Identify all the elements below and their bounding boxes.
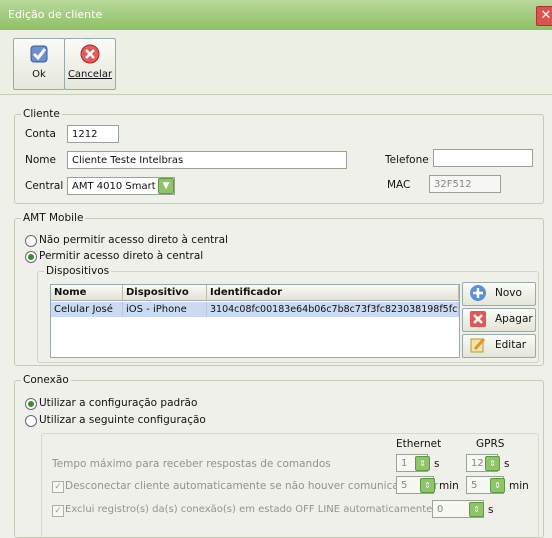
editar-label: Editar [495,339,527,351]
editar-button[interactable]: Editar [462,334,536,358]
central-select-value: AMT 4010 Smart [72,181,156,192]
cancel-icon [80,44,100,64]
devices-table[interactable]: Nome Dispositivo Identificador Celular J… [50,284,460,358]
exclude-label: Exclui registro(s) da(s) conexão(s) em e… [65,504,460,515]
apagar-button[interactable]: Apagar [462,308,536,332]
amt-mobile-group: AMT Mobile Não permitir acesso direto à … [14,212,544,366]
radio-allow-label: Permitir acesso direto à central [39,250,204,262]
telefone-field[interactable] [433,149,533,167]
disconnect-checkbox[interactable]: ✓ [52,481,64,493]
delete-icon [470,311,486,327]
central-label: Central [25,180,64,192]
window-title: Edição de cliente [8,8,103,21]
table-row-dispositivo[interactable]: iOS - iPhone [123,302,207,317]
conta-field[interactable]: 1212 [67,125,119,143]
amt-mobile-group-title: AMT Mobile [21,212,86,224]
cancel-button[interactable]: Cancelar [64,38,116,90]
spinner-icon[interactable]: ⇕ [485,456,500,471]
edit-icon [470,337,486,353]
disconnect-gprs-unit: min [509,480,529,492]
radio-default-config[interactable] [25,398,37,410]
spinner-icon[interactable]: ⇕ [415,456,430,471]
column-header-identificador[interactable]: Identificador [207,285,459,301]
dispositivos-group: Dispositivos Nome Dispositivo Identifica… [37,265,539,363]
radio-allow-access[interactable] [25,251,37,263]
table-row-nome[interactable]: Celular José [51,302,123,317]
toolbar: Ok Cancelar [0,30,552,95]
radio-custom-label: Utilizar a seguinte configuração [39,414,206,426]
column-header-dispositivo[interactable]: Dispositivo [123,285,207,301]
cliente-group-title: Cliente [21,108,62,120]
conexao-group: Conexão Utilizar a configuração padrão U… [14,374,544,538]
timeout-ethernet-unit: s [434,458,440,470]
checkmark-icon [30,45,48,63]
spinner-icon[interactable]: ⇕ [420,478,435,493]
cancel-label: Cancelar [67,69,113,80]
nome-label: Nome [25,154,56,166]
ethernet-header: Ethernet [396,438,442,450]
add-icon [470,285,486,301]
disconnect-ethernet-unit: min [439,480,459,492]
radio-deny-access[interactable] [25,235,37,247]
radio-default-label: Utilizar a configuração padrão [39,397,198,409]
novo-label: Novo [495,287,522,299]
novo-button[interactable]: Novo [462,282,536,306]
window-titlebar: Edição de cliente ✕ [0,0,552,30]
ok-label: Ok [32,69,46,80]
close-icon: ✕ [540,8,552,23]
custom-config-panel: Ethernet GPRS Tempo máximo para receber … [41,433,539,538]
gprs-header: GPRS [476,438,505,450]
apagar-label: Apagar [495,313,533,325]
telefone-label: Telefone [385,154,429,166]
table-row-identificador[interactable]: 3104c08fc00183e64b06c7b8c73f3fc823038198… [207,302,459,317]
exclude-checkbox[interactable]: ✓ [52,505,64,517]
ok-button[interactable]: Ok [13,38,65,90]
disconnect-label: Desconectar cliente automaticamente se n… [65,480,439,492]
exclude-unit: s [488,504,494,516]
mac-label: MAC [387,179,411,191]
spinner-icon[interactable]: ⇕ [490,478,505,493]
nome-field[interactable]: Cliente Teste Intelbras [67,151,347,169]
column-header-nome[interactable]: Nome [51,285,123,301]
radio-deny-label: Não permitir acesso direto à central [39,234,228,246]
timeout-gprs-unit: s [504,458,510,470]
conta-label: Conta [25,128,56,140]
conexao-group-title: Conexão [21,374,71,386]
spinner-icon[interactable]: ⇕ [469,502,484,517]
radio-custom-config[interactable] [25,415,37,427]
close-button[interactable]: ✕ [536,6,552,26]
chevron-down-icon[interactable]: ▼ [158,178,174,194]
mac-field: 32F512 [429,175,501,193]
cliente-group: Cliente Conta 1212 Nome Cliente Teste In… [14,108,544,204]
timeout-label: Tempo máximo para receber respostas de c… [52,458,331,470]
dispositivos-group-title: Dispositivos [44,265,112,277]
